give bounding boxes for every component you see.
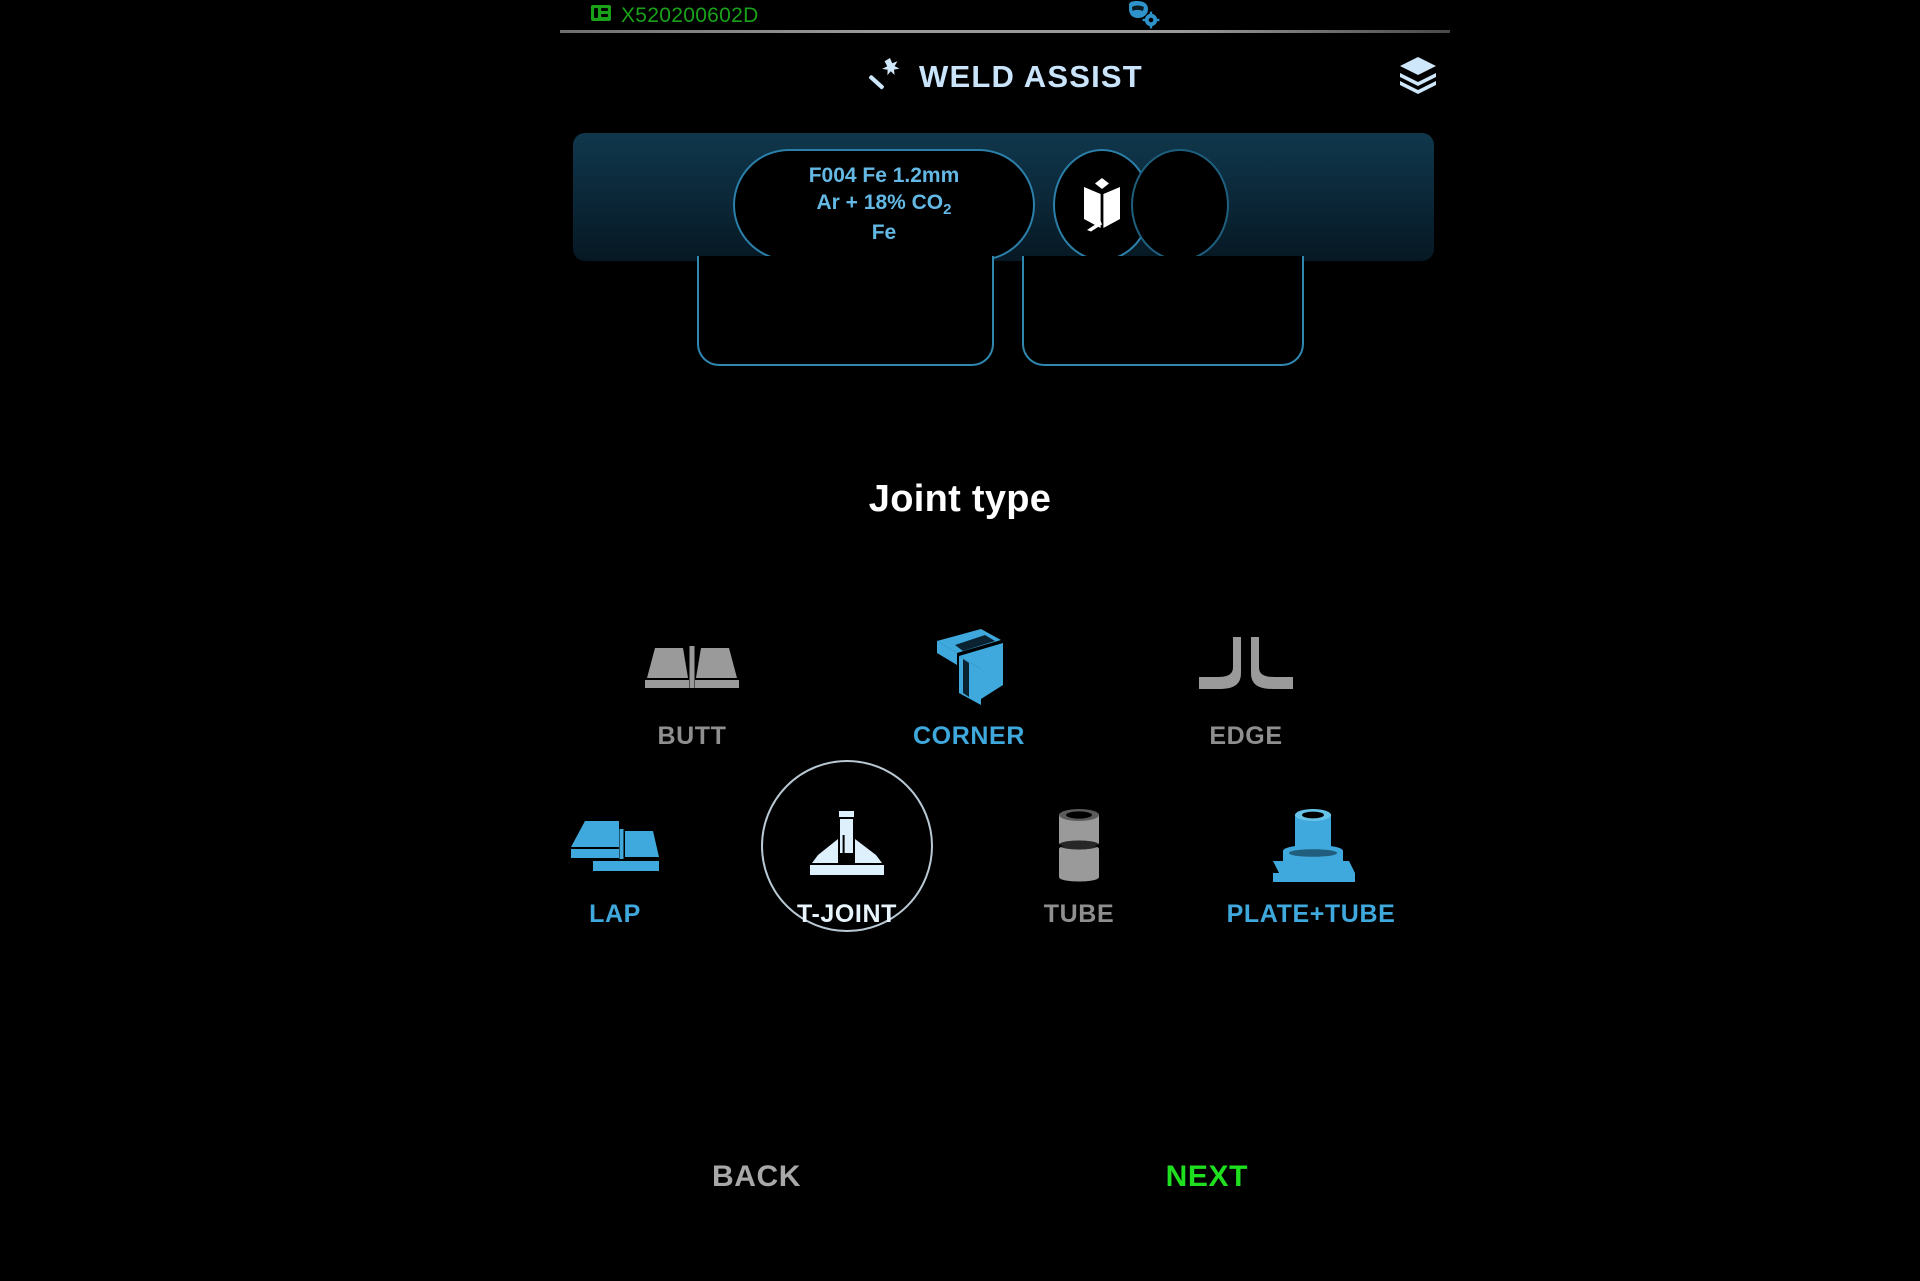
consumable-line-3: Fe <box>871 220 897 244</box>
tube-joint-icon <box>1049 798 1109 894</box>
consumable-info-panel: F004 Fe 1.2mm Ar + 18% CO2 Fe <box>573 133 1434 261</box>
welder-machine-icon <box>590 3 612 28</box>
joint-label-lap: LAP <box>589 900 641 928</box>
joint-label-tube: TUBE <box>1043 900 1115 928</box>
joint-type-grid: BUTT CORNER EDGE LAP T-JOINT TUBE PLATE+… <box>0 620 1920 958</box>
joint-label-corner: CORNER <box>913 722 1025 750</box>
butt-joint-icon <box>645 620 739 716</box>
joint-type-heading: Joint type <box>868 478 1052 520</box>
placeholder-card-left[interactable] <box>697 256 994 366</box>
joint-label-edge: EDGE <box>1209 722 1283 750</box>
edge-joint-icon <box>1199 620 1293 716</box>
status-bar: X520200602D <box>560 0 1450 34</box>
joint-option-butt[interactable]: BUTT <box>606 620 778 780</box>
joint-option-t-joint[interactable]: T-JOINT <box>761 760 933 958</box>
t-joint-icon <box>800 798 894 894</box>
page-title: WELD ASSIST <box>919 58 1143 94</box>
plate-tube-joint-icon <box>1263 798 1359 894</box>
back-button[interactable]: BACK <box>712 1160 801 1194</box>
joint-option-tube[interactable]: TUBE <box>993 798 1165 958</box>
weld-assist-screen: X520200602D WELD ASSIST F004 Fe 1.2mm Ar… <box>0 0 1920 1281</box>
consumable-selection-button[interactable]: F004 Fe 1.2mm Ar + 18% CO2 Fe <box>733 149 1035 261</box>
magic-wand-icon <box>867 55 901 98</box>
lap-joint-icon <box>567 798 663 894</box>
joint-label-butt: BUTT <box>657 722 727 750</box>
joint-label-t-joint: T-JOINT <box>796 900 898 928</box>
machine-identifier: X520200602D <box>590 3 759 28</box>
empty-slot-button[interactable] <box>1131 149 1229 261</box>
placeholder-card-right[interactable] <box>1022 256 1304 366</box>
machine-id-text: X520200602D <box>621 4 759 27</box>
joint-option-plate-tube[interactable]: PLATE+TUBE <box>1225 798 1397 958</box>
joint-option-edge[interactable]: EDGE <box>1160 620 1332 780</box>
open-book-icon <box>1079 174 1125 237</box>
corner-joint-icon <box>923 620 1015 716</box>
footer-nav: BACK NEXT <box>560 1160 1450 1220</box>
layers-icon[interactable] <box>1396 54 1440 99</box>
status-bar-divider <box>560 30 1450 33</box>
joint-option-lap[interactable]: LAP <box>529 798 701 958</box>
app-header: WELD ASSIST <box>560 42 1450 108</box>
consumable-line-1: F004 Fe 1.2mm <box>808 164 960 188</box>
joint-option-corner[interactable]: CORNER <box>883 620 1055 780</box>
next-button[interactable]: NEXT <box>1166 1160 1248 1194</box>
consumable-line-2: Ar + 18% CO2 <box>816 191 952 219</box>
joint-label-plate-tube: PLATE+TUBE <box>1226 900 1396 928</box>
